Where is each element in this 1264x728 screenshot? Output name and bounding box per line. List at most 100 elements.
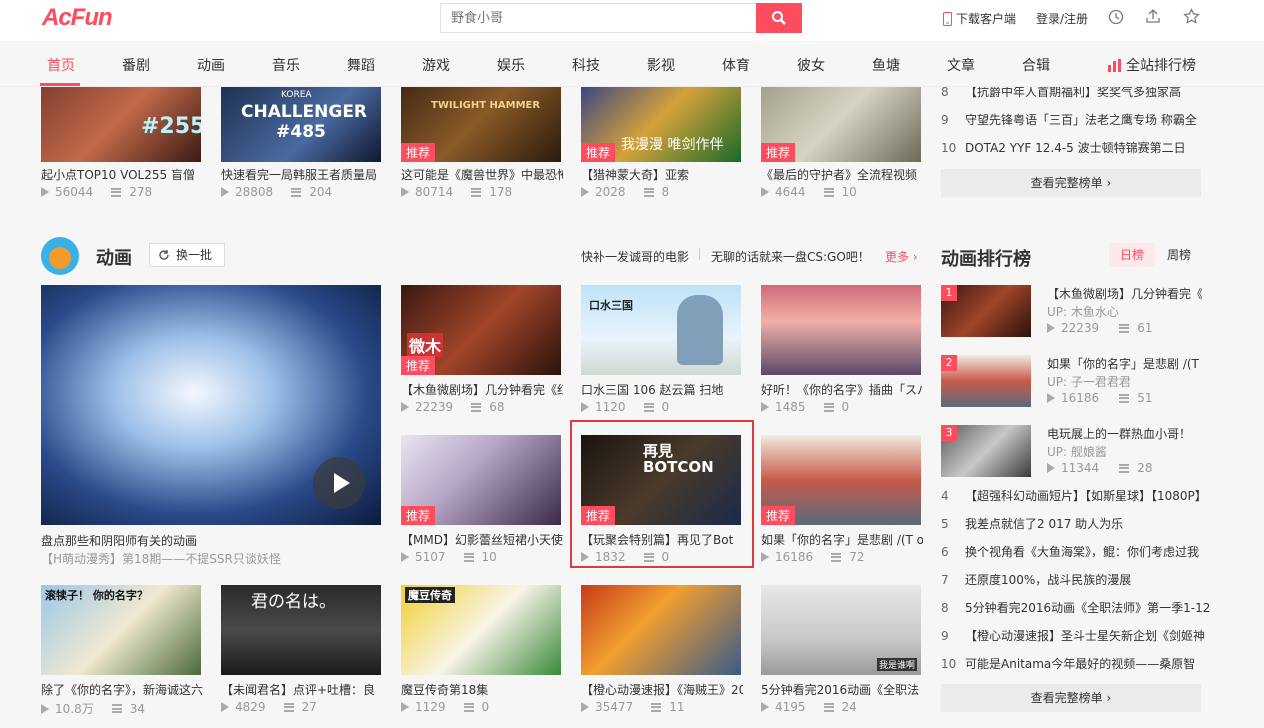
- featured-title[interactable]: 盘点那些和阴阳师有关的动画: [41, 532, 197, 549]
- video-thumbnail[interactable]: 微木 推荐: [401, 285, 561, 375]
- video-thumbnail[interactable]: 君の名は。: [221, 585, 381, 675]
- history-icon[interactable]: [1108, 9, 1124, 25]
- ranking-video-title[interactable]: 【木鱼微剧场】几分钟看完《红: [1047, 285, 1202, 302]
- ranking-item[interactable]: 4 【超强科幻动画短片】【如斯星球】【1080P】: [941, 487, 1207, 504]
- video-title[interactable]: 5分钟看完2016动画《全职法: [761, 681, 923, 698]
- download-client-link[interactable]: 下载客户端: [943, 10, 1016, 27]
- section-link[interactable]: 快补一发诚哥的电影: [581, 248, 689, 265]
- tab-daily[interactable]: 日榜: [1109, 243, 1155, 267]
- login-link[interactable]: 登录/注册: [1036, 10, 1088, 27]
- nav-item-home[interactable]: 首页: [47, 55, 75, 75]
- ranking-video-title[interactable]: 电玩展上的一群热血小哥！: [1047, 425, 1202, 442]
- video-title[interactable]: 如果「你的名字」是悲剧 /(T o: [761, 531, 923, 548]
- nav-item-film[interactable]: 影视: [647, 55, 675, 75]
- comment-count-icon: [831, 552, 842, 562]
- nav-ranking-link[interactable]: 全站排行榜: [1108, 55, 1196, 75]
- ranking-item[interactable]: 9 守望先锋粤语「三百」法老之鹰专场 称霸全: [941, 111, 1197, 128]
- video-title[interactable]: 【橙心动漫速报】《海贼王》20: [581, 681, 743, 698]
- ranking-top-item[interactable]: 1 【木鱼微剧场】几分钟看完《红 UP: 木鱼水心 22239 61: [941, 285, 1202, 337]
- thumb-overlay-text: 魔豆传奇: [405, 587, 455, 603]
- video-thumbnail[interactable]: 推荐: [761, 435, 921, 525]
- upload-icon[interactable]: [1145, 8, 1161, 24]
- nav-item-bangumi[interactable]: 番剧: [122, 55, 150, 75]
- ranking-video-title[interactable]: 如果「你的名字」是悲剧 /(T: [1047, 355, 1202, 372]
- acfun-logo[interactable]: AcFun: [42, 4, 113, 32]
- star-icon[interactable]: [1183, 8, 1200, 25]
- play-count-icon: [581, 187, 589, 197]
- nav-item-girl[interactable]: 彼女: [797, 55, 825, 75]
- ranking-item[interactable]: 8 5分钟看完2016动画《全职法师》第一季1-12: [941, 599, 1210, 616]
- nav-item-dance[interactable]: 舞蹈: [347, 55, 375, 75]
- play-button[interactable]: [313, 457, 365, 509]
- ranking-item[interactable]: 5 我差点就信了2 017 助人为乐: [941, 515, 1123, 532]
- video-thumbnail[interactable]: [761, 285, 921, 375]
- ranking-uploader[interactable]: UP: 舰娘酱: [1047, 443, 1107, 460]
- video-title[interactable]: 【木鱼微剧场】几分钟看完《红: [401, 381, 563, 398]
- video-stats: 16186 72: [761, 550, 864, 564]
- ranking-uploader[interactable]: UP: 子一君君君: [1047, 373, 1131, 390]
- nav-item-ent[interactable]: 娱乐: [497, 55, 525, 75]
- video-thumbnail[interactable]: 我漫漫 唯剑作伴 推荐: [581, 87, 741, 162]
- section-link[interactable]: 无聊的话就来一盘CS:GO吧！: [711, 248, 870, 265]
- nav-active-underline: [40, 83, 80, 86]
- comment-count-icon: [471, 187, 482, 197]
- ranking-item[interactable]: 7 还原度100%，战斗民族的漫展: [941, 571, 1131, 588]
- video-title[interactable]: 【猎神蒙大奇】亚索: [581, 166, 743, 183]
- video-thumbnail[interactable]: 推荐: [761, 87, 921, 162]
- video-thumbnail[interactable]: KOREA CHALLENGER #485: [221, 87, 381, 162]
- rank-number: 8: [941, 87, 949, 99]
- video-title[interactable]: 除了《你的名字》，新海诚这六: [41, 681, 203, 698]
- video-title[interactable]: 这可能是《魔兽世界》中最恐怖: [401, 166, 563, 183]
- video-title[interactable]: 口水三国 106 赵云篇 扫地: [581, 381, 743, 398]
- ranking-uploader[interactable]: UP: 木鱼水心: [1047, 303, 1119, 320]
- video-title[interactable]: 起小点TOP10 VOL255 盲僧: [41, 166, 203, 183]
- nav-item-game[interactable]: 游戏: [422, 55, 450, 75]
- comment-count-icon: [463, 702, 474, 712]
- ranking-top-item[interactable]: 2 如果「你的名字」是悲剧 /(T UP: 子一君君君 16186 51: [941, 355, 1201, 407]
- nav-item-tech[interactable]: 科技: [572, 55, 600, 75]
- video-thumbnail[interactable]: [581, 585, 741, 675]
- video-title[interactable]: 【MMD】幻影蕾丝短裙小天使: [401, 531, 563, 548]
- video-title[interactable]: 快速看完一局韩服王者质量局: [221, 166, 383, 183]
- featured-thumbnail[interactable]: [41, 285, 381, 525]
- search-button[interactable]: [756, 3, 802, 33]
- rank-number: 8: [941, 601, 949, 615]
- video-thumbnail[interactable]: 滚犊子！ 你的名字？: [41, 585, 201, 675]
- comment-count: 0: [661, 400, 670, 414]
- ranking-top-item[interactable]: 3 电玩展上的一群热血小哥！ UP: 舰娘酱 11344 28: [941, 425, 1201, 477]
- refresh-button[interactable]: 换一批: [149, 243, 225, 267]
- video-thumbnail[interactable]: TWILIGHT HAMMER 推荐: [401, 87, 561, 162]
- nav-item-pond[interactable]: 鱼塘: [872, 55, 900, 75]
- ranking-item[interactable]: 6 换个视角看《大鱼海棠》，鲲：你们考虑过我: [941, 543, 1199, 560]
- nav-item-article[interactable]: 文章: [947, 55, 975, 75]
- ranking-item[interactable]: 10 可能是Anitama今年最好的视频——桑原智: [941, 655, 1195, 672]
- nav-item-anime[interactable]: 动画: [197, 55, 225, 75]
- video-thumbnail[interactable]: #255: [41, 87, 201, 162]
- nav-item-sport[interactable]: 体育: [722, 55, 750, 75]
- video-thumbnail[interactable]: 口水三国: [581, 285, 741, 375]
- recommend-tag: 推荐: [401, 356, 436, 375]
- recommend-tag: 推荐: [761, 143, 796, 162]
- video-stats: 56044 278: [41, 185, 152, 199]
- video-thumbnail[interactable]: 我是谁啊: [761, 585, 921, 675]
- comment-count: 8: [661, 185, 670, 199]
- nav-item-music[interactable]: 音乐: [272, 55, 300, 75]
- ranking-item[interactable]: 9 【橙心动漫速报】圣斗士星矢新企划《剑姬神: [941, 627, 1205, 644]
- ranking-item[interactable]: 8 【抗爵中年人首期福利】奖奖气多独家高: [941, 87, 1181, 100]
- ranking-item[interactable]: 10 DOTA2 YYF 12.4-5 波士顿特锦赛第二日: [941, 139, 1186, 156]
- full-ranking-button[interactable]: 查看完整榜单 ›: [941, 169, 1201, 197]
- video-title[interactable]: 好听！《你的名字》插曲「スパ: [761, 381, 923, 398]
- view-count: 56044: [55, 185, 94, 199]
- video-stats: 28808 204: [221, 185, 332, 199]
- full-ranking-button[interactable]: 查看完整榜单 ›: [941, 684, 1201, 712]
- video-title[interactable]: 魔豆传奇第18集: [401, 681, 563, 698]
- video-title[interactable]: 【未闻君名】点评+吐槽：良: [221, 681, 383, 698]
- video-title[interactable]: 《最后的守护者》全流程视频: [761, 166, 923, 183]
- video-thumbnail[interactable]: 魔豆传奇: [401, 585, 561, 675]
- video-thumbnail[interactable]: 推荐: [401, 435, 561, 525]
- search-input[interactable]: [440, 3, 756, 33]
- tab-weekly[interactable]: 周榜: [1159, 243, 1199, 267]
- nav-item-collection[interactable]: 合辑: [1022, 55, 1050, 75]
- more-link[interactable]: 更多 ›: [885, 248, 918, 265]
- featured-subtitle[interactable]: 【H萌动漫秀】第18期——不提SSR只谈妖怪: [41, 550, 281, 567]
